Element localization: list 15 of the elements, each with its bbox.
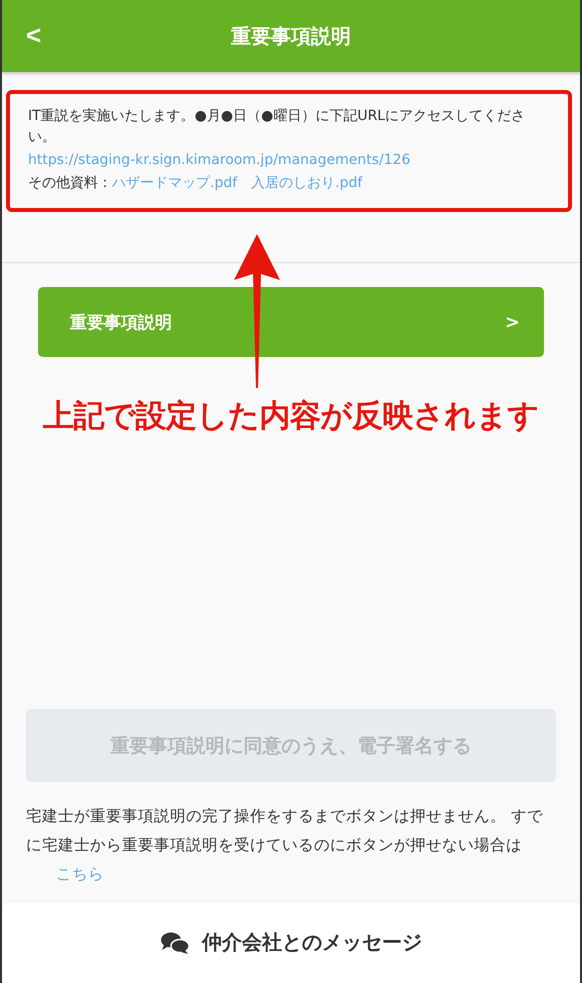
materials-label: その他資料： xyxy=(28,174,112,193)
message-button[interactable]: 仲介会社とのメッセージ xyxy=(2,901,580,983)
explanation-button[interactable]: 重要事項説明 > xyxy=(38,287,544,357)
here-link[interactable]: こちら xyxy=(56,865,104,883)
file-link[interactable]: 入居のしおり.pdf xyxy=(251,173,362,194)
header-title: 重要事項説明 xyxy=(231,22,351,50)
chat-icon xyxy=(160,930,190,954)
arrow-icon xyxy=(234,234,280,388)
chevron-icon: > xyxy=(504,312,520,332)
notice-text: IT重説を実施いたします。●月●日（●曜日）に下記URLにアクセスしてください。 xyxy=(28,107,526,147)
back-button[interactable]: < xyxy=(26,20,42,50)
note-text: 宅建士が重要事項説明の完了操作をするまでボタンは押せません。 すでに宅建士から重要事項説明を受けているのにボタンが押せない場合は こちら xyxy=(26,806,544,885)
url-link[interactable]: https://staging-kr.sign.kimaroom.jp/managements/126 xyxy=(28,150,550,171)
annotation-text: 上記で設定した内容が反映されます xyxy=(42,397,540,436)
file-link[interactable]: ハザードマップ.pdf xyxy=(112,173,238,194)
